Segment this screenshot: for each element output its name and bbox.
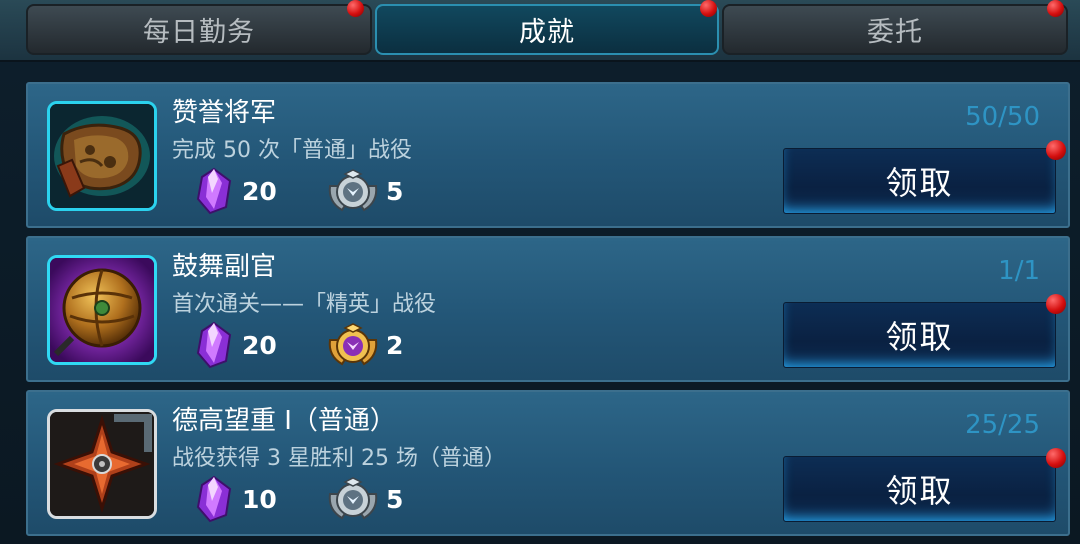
golden-orb-icon (47, 255, 157, 365)
notification-dot-icon (347, 0, 364, 17)
achievement-title: 德高望重 I（普通） (172, 406, 396, 436)
achievements-screen: 每日勤务 成就 委托 赞誉将军 完成 50 次「普通」战役 50/50 20 5… (0, 0, 1080, 544)
achievement-title: 鼓舞副官 (172, 252, 277, 282)
reward-item: 5 (326, 477, 404, 520)
reward-quantity: 5 (386, 176, 404, 206)
notification-dot-icon (1046, 294, 1066, 314)
reward-item: 20 (192, 321, 277, 369)
claim-button-label: 领取 (885, 472, 954, 510)
gold-medal-icon (328, 323, 378, 366)
achievement-row: 鼓舞副官 首次通关——「精英」战役 1/1 20 2 领取 (26, 236, 1070, 382)
achievement-progress: 50/50 (965, 102, 1040, 132)
reward-quantity: 20 (242, 176, 277, 206)
claim-button[interactable]: 领取 (783, 140, 1066, 214)
claim-button-label: 领取 (885, 164, 954, 202)
tab-label: 委托 (867, 17, 923, 48)
shuriken-icon (47, 409, 157, 519)
tab-achievements[interactable]: 成就 (375, 0, 719, 55)
reward-item: 2 (326, 323, 404, 366)
purple-crystal-icon (196, 321, 232, 369)
silver-medal-icon (328, 477, 378, 520)
silver-medal-icon (328, 169, 378, 212)
notification-dot-icon (700, 0, 717, 17)
tab-label: 每日勤务 (143, 17, 255, 48)
notification-dot-icon (1046, 448, 1066, 468)
claim-button[interactable]: 领取 (783, 294, 1066, 368)
scroll-map-icon (47, 101, 157, 211)
claim-button[interactable]: 领取 (783, 448, 1066, 522)
reward-item: 5 (326, 169, 404, 212)
tab-daily-duty[interactable]: 每日勤务 (26, 0, 372, 55)
reward-quantity: 5 (386, 484, 404, 514)
reward-quantity: 20 (242, 330, 277, 360)
purple-crystal-icon (196, 167, 232, 215)
tab-bar: 每日勤务 成就 委托 (0, 0, 1080, 62)
achievement-description: 战役获得 3 星胜利 25 场（普通） (172, 446, 506, 471)
notification-dot-icon (1047, 0, 1064, 17)
purple-crystal-icon (196, 475, 232, 523)
achievement-progress: 1/1 (998, 256, 1040, 286)
reward-quantity: 10 (242, 484, 277, 514)
claim-button-label: 领取 (885, 318, 954, 356)
achievement-progress: 25/25 (965, 410, 1040, 440)
reward-item: 10 (192, 475, 277, 523)
achievement-row: 赞誉将军 完成 50 次「普通」战役 50/50 20 5 领取 (26, 82, 1070, 228)
achievement-description: 首次通关——「精英」战役 (172, 292, 437, 317)
notification-dot-icon (1046, 140, 1066, 160)
tab-label: 成就 (519, 17, 575, 48)
reward-item: 20 (192, 167, 277, 215)
tab-commission[interactable]: 委托 (722, 0, 1068, 55)
achievement-description: 完成 50 次「普通」战役 (172, 138, 412, 163)
achievement-row: 德高望重 I（普通） 战役获得 3 星胜利 25 场（普通） 25/25 10 … (26, 390, 1070, 536)
achievement-title: 赞誉将军 (172, 98, 277, 128)
reward-quantity: 2 (386, 330, 404, 360)
